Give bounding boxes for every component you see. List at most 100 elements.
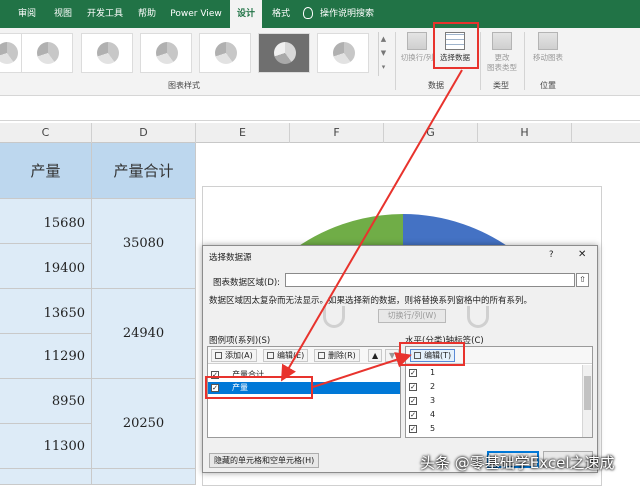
series-item-selected[interactable]: ✓ 产量 [208, 382, 400, 394]
checkbox[interactable]: ✓ [409, 383, 417, 391]
move-down-button[interactable]: ▼ [385, 349, 400, 362]
checkbox[interactable]: ✓ [211, 384, 219, 392]
switch-row-col-dialog-button[interactable]: 切换行/列(W) [378, 309, 446, 323]
axis-item-label: 2 [430, 382, 436, 391]
help-icon[interactable]: ? [549, 250, 554, 260]
checkbox[interactable]: ✓ [409, 411, 417, 419]
add-series-button[interactable]: 添加(A) [211, 349, 257, 362]
column-header-g[interactable]: G [384, 123, 478, 143]
data-cell[interactable]: 19400 [0, 244, 92, 289]
chart-style-thumb[interactable] [81, 33, 133, 73]
switch-row-col-button[interactable]: 切换行/列 [397, 32, 437, 78]
axis-item-label: 1 [430, 368, 436, 377]
chart-range-input[interactable] [285, 273, 575, 287]
data-cell[interactable]: 13650 [0, 289, 92, 334]
column-header-i[interactable] [572, 123, 640, 143]
divider [395, 32, 396, 90]
divider [480, 32, 481, 90]
select-data-button[interactable]: 选择数据 [435, 32, 475, 78]
column-header-d[interactable]: D [92, 123, 196, 143]
data-cell[interactable]: 11290 [0, 334, 92, 379]
add-label: 添加(A) [225, 351, 253, 360]
hidden-empty-cells-button[interactable]: 隐藏的单元格和空单元格(H) [209, 453, 320, 468]
move-chart-button[interactable]: 移动图表 [528, 32, 568, 78]
tab-format[interactable]: 格式 [264, 0, 298, 28]
checkbox[interactable]: ✓ [409, 397, 417, 405]
close-icon[interactable]: ✕ [578, 249, 586, 260]
tab-developer[interactable]: 开发工具 [82, 0, 128, 28]
chart-style-thumb[interactable] [258, 33, 310, 73]
data-cell[interactable] [0, 469, 92, 485]
edit-icon [414, 352, 421, 359]
switch-row-col-label: 切换行/列 [400, 53, 434, 62]
switch-arrow-right-icon [467, 306, 489, 328]
checkbox[interactable]: ✓ [409, 425, 417, 433]
axis-item[interactable]: ✓ 4 [406, 409, 592, 421]
tell-me-search[interactable]: 操作说明搜索 [303, 0, 374, 28]
data-cell[interactable]: 8950 [0, 379, 92, 424]
divider [524, 32, 525, 90]
series-item[interactable]: ✓ 产量合计 [208, 369, 400, 381]
tab-view[interactable]: 视图 [46, 0, 80, 28]
column-header-c[interactable]: C [0, 123, 92, 143]
merged-total-cell[interactable]: 20250 [92, 379, 196, 469]
scroll-down-icon[interactable]: ▼ [379, 46, 388, 60]
axis-labels-label: 水平(分类)轴标签(C) [405, 336, 484, 346]
scroll-thumb[interactable] [584, 376, 591, 410]
range-collapse-icon[interactable]: ⇧ [576, 273, 589, 287]
select-data-icon [445, 32, 465, 50]
axis-item[interactable]: ✓ 3 [406, 395, 592, 407]
checkbox[interactable]: ✓ [211, 371, 219, 379]
move-up-button[interactable]: ▲ [368, 349, 383, 362]
watermark: 头条 @零基础学Excel之速成 [420, 454, 615, 472]
switch-row-col-icon [407, 32, 427, 50]
chart-style-thumb[interactable] [140, 33, 192, 73]
pie-thumb-icon [97, 42, 119, 64]
edit-axis-button[interactable]: 编辑(T) [410, 349, 456, 362]
add-icon [215, 352, 222, 359]
column-header-e[interactable]: E [196, 123, 290, 143]
merged-total-cell[interactable]: 35080 [92, 199, 196, 289]
chart-style-thumb[interactable] [199, 33, 251, 73]
axis-toolbar: 编辑(T) [406, 347, 592, 364]
header-cell-output[interactable]: 产量 [0, 143, 92, 199]
group-label-chart-styles: 图表样式 [168, 81, 200, 90]
axis-item[interactable]: ✓ 2 [406, 381, 592, 393]
range-note: 数据区域因太复杂而无法显示。如果选择新的数据，则将替换系列窗格中的所有系列。 [209, 296, 533, 306]
remove-series-button[interactable]: 删除(R) [314, 349, 360, 362]
header-cell-output-total[interactable]: 产量合计 [92, 143, 196, 199]
axis-list-scrollbar[interactable] [582, 365, 592, 437]
tab-power-view[interactable]: Power View [166, 0, 226, 28]
merged-total-cell[interactable]: 24940 [92, 289, 196, 379]
column-header-h[interactable]: H [478, 123, 572, 143]
gallery-scroll[interactable]: ▲ ▼ ▾ [378, 32, 388, 76]
axis-item[interactable]: ✓ 5 [406, 423, 592, 435]
chart-style-thumb[interactable] [21, 33, 73, 73]
checkbox[interactable]: ✓ [409, 369, 417, 377]
formula-bar[interactable] [0, 97, 640, 121]
chart-style-thumb[interactable] [317, 33, 369, 73]
move-chart-icon [538, 32, 558, 50]
gallery-more-icon[interactable]: ▾ [379, 60, 388, 74]
data-cell[interactable] [92, 469, 196, 485]
axis-item[interactable]: ✓ 1 [406, 367, 592, 379]
scroll-up-icon[interactable]: ▲ [379, 32, 388, 46]
pie-thumb-icon [215, 42, 237, 64]
change-chart-type-line1: 更改 [494, 53, 510, 62]
data-cell[interactable]: 15680 [0, 199, 92, 244]
data-cell[interactable]: 11300 [0, 424, 92, 469]
axis-labels-panel: 编辑(T) ✓ 1 ✓ 2 ✓ 3 ✓ 4 ✓ 5 [405, 346, 593, 438]
tab-review[interactable]: 审阅 [10, 0, 44, 28]
pie-thumb-icon [274, 42, 296, 64]
edit-series-button[interactable]: 编辑(E) [263, 349, 309, 362]
change-chart-type-button[interactable]: 更改 图表类型 [482, 32, 522, 78]
dialog-title: 选择数据源 [209, 253, 252, 263]
switch-arrow-left-icon [323, 306, 345, 328]
tab-help[interactable]: 帮助 [130, 0, 164, 28]
pie-thumb-icon [156, 42, 178, 64]
column-header-f[interactable]: F [290, 123, 384, 143]
tab-design[interactable]: 设计 [230, 0, 262, 28]
pie-thumb-icon [37, 42, 59, 64]
series-name: 产量 [232, 383, 248, 392]
lightbulb-icon [303, 7, 313, 19]
